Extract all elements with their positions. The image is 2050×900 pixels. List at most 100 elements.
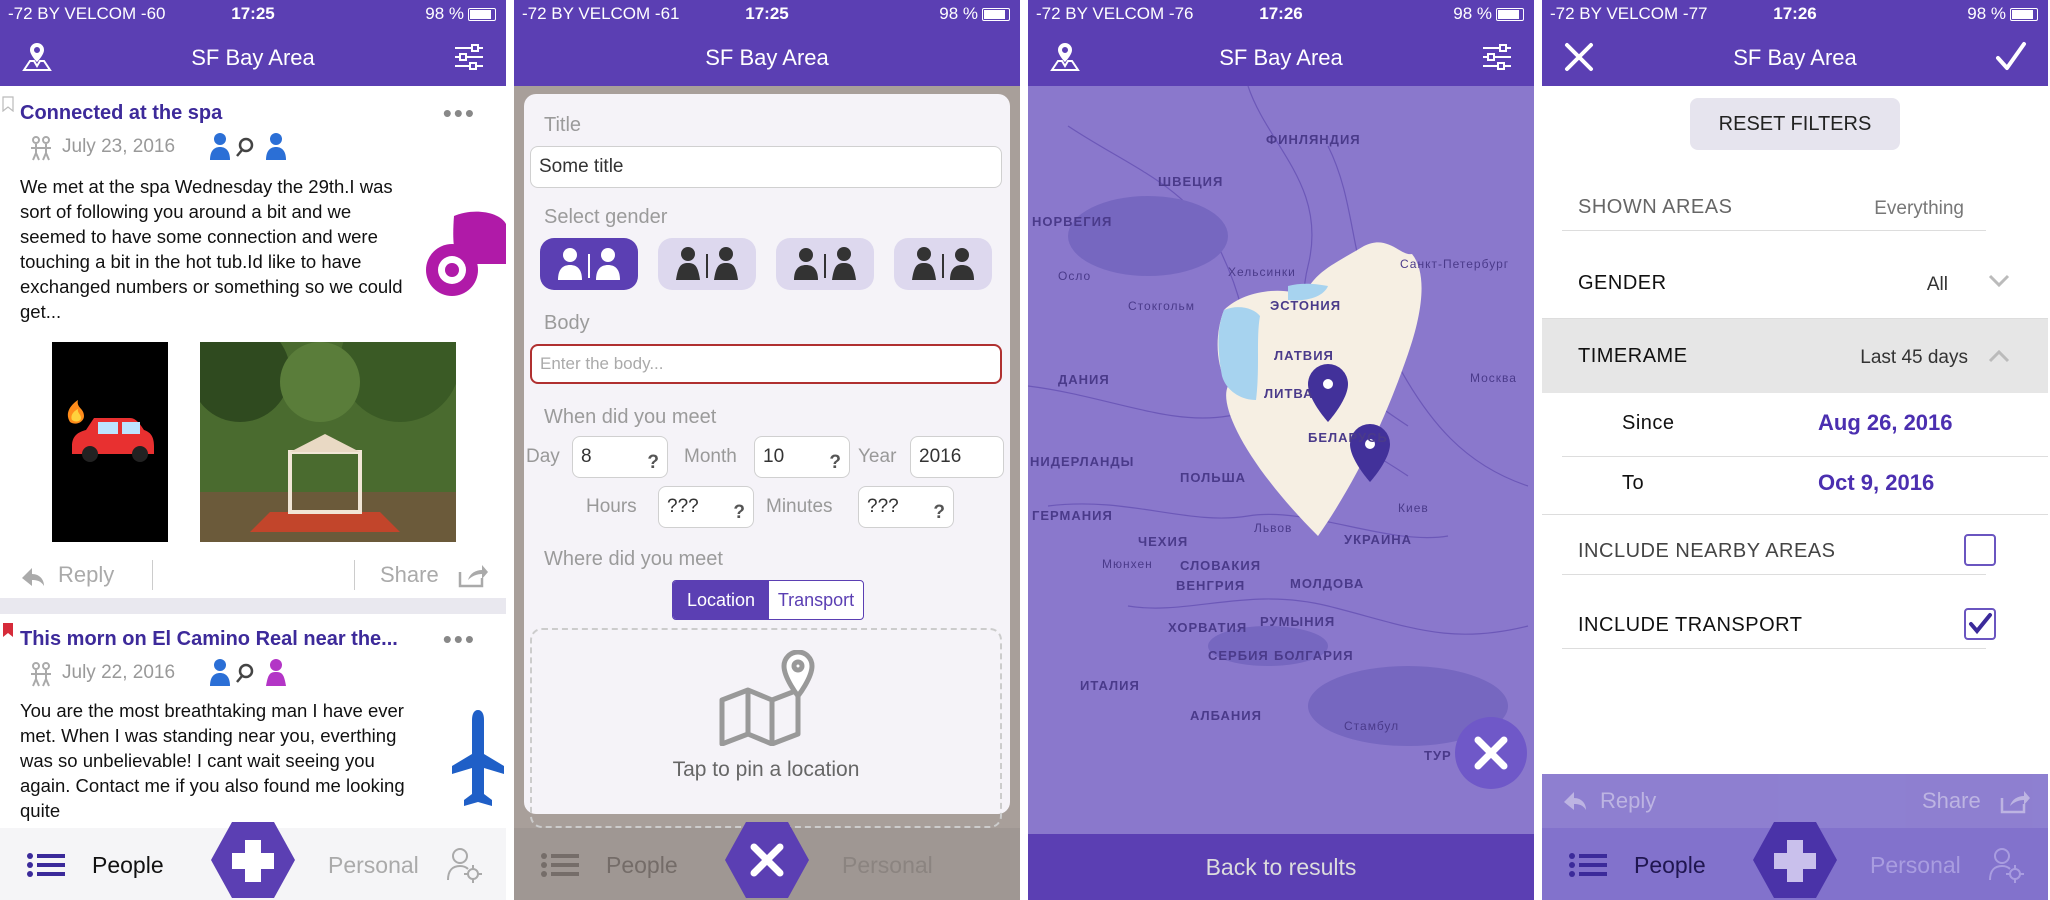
battery-percent: 98 %	[939, 4, 978, 23]
map-label: БЕЛАРУСЬ	[1308, 430, 1388, 445]
more-options-button[interactable]: •••	[443, 624, 476, 655]
hours-input[interactable]: ????	[658, 486, 754, 528]
map-label: НИДЕРЛАНДЫ	[1030, 454, 1134, 469]
post-card[interactable]: Connected at the spa ••• July 23, 2016 W…	[0, 86, 506, 596]
list-icon[interactable]	[26, 852, 66, 878]
day-input[interactable]: 8?	[572, 436, 668, 478]
divider	[1562, 230, 1986, 231]
motorcycle-icon	[426, 211, 506, 296]
tab-people[interactable]: People	[92, 852, 164, 879]
post-title[interactable]: Connected at the spa	[20, 102, 222, 125]
couple-walking-icon	[31, 662, 51, 687]
tab-personal[interactable]: Personal	[328, 852, 419, 879]
year-input[interactable]: 2016	[910, 436, 1004, 478]
map-label: МОЛДОВА	[1290, 576, 1364, 591]
divider	[1562, 648, 1986, 649]
pin-location-area[interactable]: Tap to pin a location	[530, 628, 1002, 828]
gender-filter-label: GENDER	[1578, 272, 1667, 294]
map-label: ЛИТВА	[1264, 386, 1314, 401]
post-image-car[interactable]	[52, 342, 168, 542]
minutes-label: Minutes	[766, 496, 833, 517]
gender-option-female-female[interactable]	[658, 238, 756, 290]
map-label: УКРАИНА	[1344, 532, 1412, 547]
close-form-button[interactable]	[724, 820, 810, 900]
include-nearby-checkbox[interactable]	[1964, 534, 1996, 566]
post-card[interactable]: This morn on El Camino Real near the... …	[0, 614, 506, 828]
include-transport-checkbox[interactable]	[1964, 608, 1996, 640]
share-button[interactable]: Share	[380, 562, 439, 588]
post-image-garden[interactable]	[200, 342, 456, 542]
close-map-button[interactable]	[1454, 716, 1528, 790]
where-label: Where did you meet	[544, 548, 723, 570]
garden-gazebo-image	[200, 342, 456, 542]
nav-title: SF Bay Area	[191, 45, 315, 70]
reset-filters-button[interactable]: RESET FILTERS	[1690, 98, 1900, 150]
battery-percent: 98 %	[1453, 4, 1492, 23]
since-date-value[interactable]: Aug 26, 2016	[1818, 410, 1953, 436]
shown-areas-value[interactable]: Everything	[1874, 198, 1964, 220]
month-input[interactable]: 10?	[754, 436, 850, 478]
battery: 98 %	[939, 4, 1010, 24]
male-male-icon	[558, 248, 620, 280]
bookmark-icon[interactable]	[2, 622, 14, 638]
month-help[interactable]: ?	[829, 443, 841, 483]
hours-help[interactable]: ?	[733, 493, 745, 533]
post-title[interactable]: This morn on El Camino Real near the...	[20, 628, 398, 651]
map-label: ИТАЛИЯ	[1080, 678, 1140, 693]
female-male-icon	[912, 247, 974, 280]
map-label: ЭСТОНИЯ	[1270, 298, 1341, 313]
back-to-results-button[interactable]: Back to results	[1028, 834, 1534, 900]
map-label: ТУР	[1424, 748, 1452, 763]
location-segment[interactable]: Location	[673, 581, 769, 619]
tab-people: People	[1634, 852, 1706, 878]
status-bar: -72 BY VELCOM -76 17:26 98 %	[1028, 0, 1534, 28]
add-post-button[interactable]	[210, 820, 296, 900]
share-icon[interactable]	[458, 562, 488, 588]
gender-option-male-female[interactable]	[776, 238, 874, 290]
female-female-icon	[676, 247, 738, 280]
timeframe-row[interactable]: TIMERAME Last 45 days	[1542, 319, 2048, 393]
nav-bar: SF Bay Area	[1028, 28, 1534, 86]
post-body[interactable]: We met at the spa Wednesday the 29th.I w…	[20, 174, 410, 324]
map-label: Стокгольм	[1128, 299, 1195, 313]
transport-segment[interactable]: Transport	[769, 581, 863, 619]
car-fire-icon	[67, 400, 154, 462]
chevron-down-icon[interactable]	[1988, 274, 2010, 288]
map-label: ФИНЛЯНДИЯ	[1266, 132, 1361, 147]
gender-filter-value[interactable]: All	[1927, 274, 1948, 296]
panel-gap	[1020, 0, 1028, 900]
gender-option-male-male[interactable]	[540, 238, 638, 290]
to-date-value[interactable]: Oct 9, 2016	[1818, 470, 1934, 496]
status-bar: -72 BY VELCOM -77 17:26 98 %	[1542, 0, 2048, 28]
minutes-help[interactable]: ?	[933, 493, 945, 533]
gender-option-female-male[interactable]	[894, 238, 992, 290]
minutes-input[interactable]: ????	[858, 486, 954, 528]
map-label: СЕРБИЯ	[1208, 648, 1269, 663]
filter-sliders-icon[interactable]	[452, 40, 486, 74]
body-input[interactable]: Enter the body...	[530, 344, 1002, 384]
checkmark-icon[interactable]	[1994, 40, 2028, 74]
filter-sliders-icon[interactable]	[1480, 40, 1514, 74]
title-input[interactable]: Some title	[530, 146, 1002, 188]
user-settings-icon[interactable]	[446, 846, 482, 884]
day-help[interactable]: ?	[647, 443, 659, 483]
more-options-button[interactable]: •••	[443, 98, 476, 129]
nav-title: SF Bay Area	[1733, 45, 1857, 70]
map-label: АЛБАНИЯ	[1190, 708, 1262, 723]
map-label: Осло	[1058, 269, 1091, 283]
tab-people: People	[606, 852, 678, 878]
reply-button[interactable]: Reply	[58, 562, 114, 588]
body-label: Body	[544, 312, 590, 334]
gender-match-icon	[210, 659, 286, 686]
bookmark-icon[interactable]	[2, 96, 14, 112]
chevron-up-icon[interactable]	[1988, 349, 2010, 363]
map-label: Киев	[1398, 501, 1429, 515]
reply-icon	[1564, 792, 1586, 810]
list-icon	[1569, 853, 1607, 877]
to-label: To	[1622, 472, 1645, 494]
divider	[1542, 514, 2048, 515]
divider	[1562, 456, 2048, 457]
hours-value: ???	[667, 496, 699, 517]
reply-icon[interactable]	[20, 566, 46, 588]
post-body[interactable]: You are the most breathtaking man I have…	[20, 698, 410, 823]
